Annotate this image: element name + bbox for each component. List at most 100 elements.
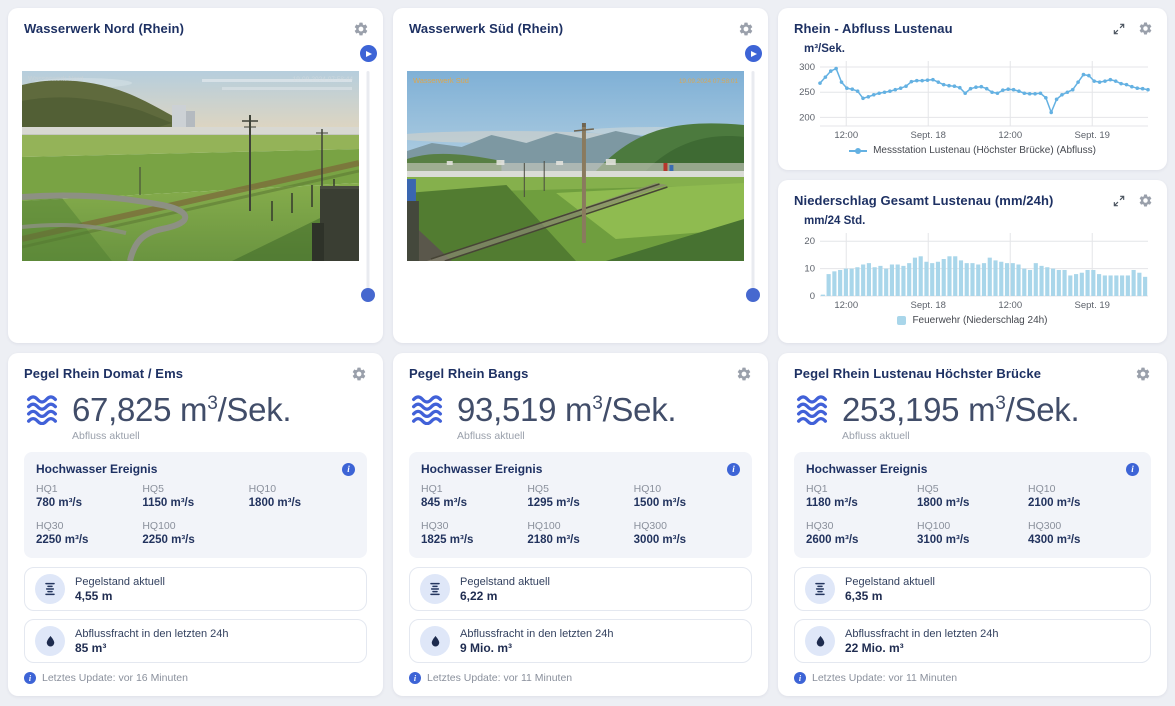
card-header: Niederschlag Gesamt Lustenau (mm/24h) bbox=[778, 180, 1167, 208]
water-drop-icon bbox=[813, 634, 828, 649]
settings-gear-icon[interactable] bbox=[738, 21, 754, 37]
card-title: Rhein - Abfluss Lustenau bbox=[794, 21, 953, 36]
info-icon[interactable]: i bbox=[727, 463, 740, 476]
metric-row: Pegelstand aktuell 4,55 m bbox=[24, 567, 367, 611]
svg-text:12:00: 12:00 bbox=[834, 130, 858, 141]
svg-text:0: 0 bbox=[809, 291, 814, 302]
hq-item: HQ5 1800 m³/s bbox=[917, 483, 1028, 509]
current-discharge: 67,825 m3/Sek. bbox=[24, 391, 367, 429]
hq-value: 2250 m³/s bbox=[142, 534, 248, 546]
hq-item: HQ30 1825 m³/s bbox=[421, 520, 527, 546]
info-icon[interactable]: i bbox=[342, 463, 355, 476]
metric-icon-circle bbox=[420, 574, 450, 604]
metric-label: Pegelstand aktuell bbox=[75, 576, 165, 588]
discharge-value: 67,825 m3/Sek. bbox=[72, 391, 291, 429]
y-axis-label: m³/Sek. bbox=[804, 43, 1167, 55]
svg-text:10: 10 bbox=[804, 264, 815, 275]
metric-row: Abflussfracht in den letzten 24h 9 Mio. … bbox=[409, 619, 752, 663]
card-pegel-domat-ems: Pegel Rhein Domat / Ems 67,825 m3/Sek. A… bbox=[8, 353, 383, 696]
hq-label: HQ5 bbox=[527, 483, 633, 495]
card-header: Pegel Rhein Domat / Ems bbox=[24, 366, 367, 382]
camera-image-sued[interactable]: Wasserwerk Süd 19.09.2024 07:58:01 bbox=[407, 71, 744, 261]
camera-image-nord[interactable]: Wasserwerk Nord 19-09-2024 07:58:44 bbox=[22, 71, 359, 261]
camera-controls-rail bbox=[358, 45, 378, 316]
hq-label: HQ100 bbox=[917, 520, 1028, 532]
hq-value: 2100 m³/s bbox=[1028, 497, 1139, 509]
hq-item: HQ30 2600 m³/s bbox=[806, 520, 917, 546]
discharge-subtitle: Abfluss aktuell bbox=[457, 430, 752, 442]
svg-text:12:00: 12:00 bbox=[998, 130, 1022, 141]
hq-label: HQ300 bbox=[634, 520, 740, 532]
bar-series-marker-icon bbox=[897, 316, 906, 325]
camera-body: Wasserwerk Süd 19.09.2024 07:58:01 bbox=[393, 37, 768, 332]
hq-label: HQ300 bbox=[1028, 520, 1139, 532]
discharge-subtitle: Abfluss aktuell bbox=[72, 430, 367, 442]
camera-controls-rail bbox=[743, 45, 763, 316]
hq-label: HQ100 bbox=[142, 520, 248, 532]
card-abfluss-chart: Rhein - Abfluss Lustenau m³/Sek. 12:00Se… bbox=[778, 8, 1167, 170]
hq-value: 1180 m³/s bbox=[806, 497, 917, 509]
hq-value: 1800 m³/s bbox=[917, 497, 1028, 509]
play-icon bbox=[751, 51, 757, 57]
card-title: Wasserwerk Nord (Rhein) bbox=[24, 21, 184, 36]
card-title: Niederschlag Gesamt Lustenau (mm/24h) bbox=[794, 193, 1053, 208]
hq-label: HQ1 bbox=[421, 483, 527, 495]
discharge-subtitle: Abfluss aktuell bbox=[842, 430, 1151, 442]
hq-value: 1800 m³/s bbox=[249, 497, 355, 509]
last-update: i Letztes Update: vor 11 Minuten bbox=[409, 664, 752, 684]
volume-slider-track[interactable] bbox=[367, 71, 370, 296]
hq-grid: HQ1 845 m³/s HQ5 1295 m³/s HQ10 1500 m³/… bbox=[421, 483, 740, 546]
hq-value: 4300 m³/s bbox=[1028, 534, 1139, 546]
card-wasserwerk-nord: Wasserwerk Nord (Rhein) bbox=[8, 8, 383, 343]
metric-row: Pegelstand aktuell 6,35 m bbox=[794, 567, 1151, 611]
hq-item: HQ30 2250 m³/s bbox=[36, 520, 142, 546]
metric-value: 85 m³ bbox=[75, 641, 228, 655]
metric-rows: Pegelstand aktuell 4,55 m Abflussfracht … bbox=[24, 567, 367, 663]
settings-gear-icon[interactable] bbox=[353, 21, 369, 37]
hq-label: HQ30 bbox=[421, 520, 527, 532]
hq-item: HQ1 845 m³/s bbox=[421, 483, 527, 509]
svg-text:12:00: 12:00 bbox=[998, 300, 1022, 311]
hq-value: 2250 m³/s bbox=[36, 534, 142, 546]
hq-value: 1825 m³/s bbox=[421, 534, 527, 546]
metric-icon-circle bbox=[805, 574, 835, 604]
last-update: i Letztes Update: vor 16 Minuten bbox=[24, 664, 367, 684]
settings-gear-icon[interactable] bbox=[1138, 193, 1153, 208]
settings-gear-icon[interactable] bbox=[351, 366, 367, 382]
water-level-gauge-icon bbox=[42, 581, 58, 597]
hq-label: HQ10 bbox=[249, 483, 355, 495]
svg-text:20: 20 bbox=[804, 236, 815, 247]
card-header: Pegel Rhein Lustenau Höchster Brücke bbox=[794, 366, 1151, 382]
settings-gear-icon[interactable] bbox=[1135, 366, 1151, 382]
svg-text:12:00: 12:00 bbox=[834, 300, 858, 311]
expand-icon[interactable] bbox=[1112, 22, 1126, 36]
metric-value: 6,35 m bbox=[845, 589, 935, 603]
hq-label: HQ1 bbox=[36, 483, 142, 495]
volume-slider-thumb[interactable] bbox=[361, 288, 375, 302]
card-pegel-bangs: Pegel Rhein Bangs 93,519 m3/Sek. Abfluss… bbox=[393, 353, 768, 696]
hq-label: HQ10 bbox=[1028, 483, 1139, 495]
metric-rows: Pegelstand aktuell 6,35 m Abflussfracht … bbox=[794, 567, 1151, 663]
current-discharge: 93,519 m3/Sek. bbox=[409, 391, 752, 429]
hq-item: HQ1 780 m³/s bbox=[36, 483, 142, 509]
metric-label: Abflussfracht in den letzten 24h bbox=[460, 628, 613, 640]
card-pegel-lustenau: Pegel Rhein Lustenau Höchster Brücke 253… bbox=[778, 353, 1167, 696]
expand-icon[interactable] bbox=[1112, 194, 1126, 208]
svg-text:300: 300 bbox=[799, 62, 815, 73]
volume-slider-thumb[interactable] bbox=[746, 288, 760, 302]
line-series-marker-icon bbox=[849, 147, 867, 155]
hochwasser-title: Hochwasser Ereignis bbox=[421, 462, 542, 476]
settings-gear-icon[interactable] bbox=[1138, 21, 1153, 36]
card-header: Rhein - Abfluss Lustenau bbox=[778, 8, 1167, 36]
play-button[interactable] bbox=[745, 45, 762, 62]
volume-slider-track[interactable] bbox=[752, 71, 755, 296]
metric-label: Pegelstand aktuell bbox=[460, 576, 550, 588]
chart-column: Rhein - Abfluss Lustenau m³/Sek. 12:00Se… bbox=[778, 8, 1167, 343]
hochwasser-box: Hochwasser Ereignis i HQ1 1180 m³/s HQ5 … bbox=[794, 452, 1151, 558]
card-title: Pegel Rhein Bangs bbox=[409, 366, 528, 381]
play-button[interactable] bbox=[360, 45, 377, 62]
settings-gear-icon[interactable] bbox=[736, 366, 752, 382]
card-wasserwerk-sued: Wasserwerk Süd (Rhein) bbox=[393, 8, 768, 343]
info-icon[interactable]: i bbox=[1126, 463, 1139, 476]
metric-rows: Pegelstand aktuell 6,22 m Abflussfracht … bbox=[409, 567, 752, 663]
